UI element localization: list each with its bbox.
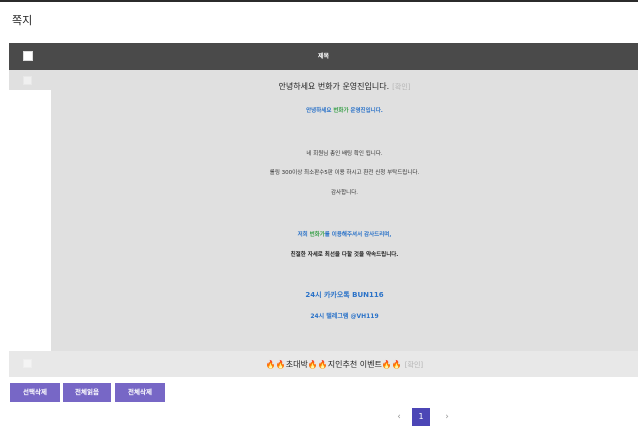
page-1-button[interactable]: 1	[412, 408, 430, 426]
message-checkbox[interactable]	[23, 359, 32, 368]
body-line-3: 감사합니다.	[330, 190, 359, 196]
checkbox-cell	[9, 70, 51, 90]
body-promise: 친절한 자세로 최선을 다할 것을 약속드립니다.	[290, 252, 399, 258]
message-subject-text[interactable]: 안녕하세요 번화가 운영진입니다.	[278, 82, 389, 91]
telegram-contact: 24시 텔레그램 @VH119	[310, 313, 379, 320]
fire-emoji-icon: 🔥🔥	[381, 360, 402, 369]
message-row: 🔥🔥초대박🔥🔥지인추천 이벤트🔥🔥 [확인]	[9, 351, 638, 377]
read-status: [확인]	[404, 361, 424, 369]
subject-column-header: 제목	[317, 53, 330, 60]
message-subject[interactable]: 안녕하세요 번화가 운영진입니다. [확인]	[51, 81, 638, 92]
next-page-button[interactable]: ›	[440, 409, 454, 425]
checkbox-column-filler	[9, 90, 51, 351]
table-header: 제목	[9, 43, 638, 70]
prev-page-button[interactable]: ‹	[392, 409, 406, 425]
body-line-2: 롤링 300이상 최소판수5판 이용 하시고 환전 신청 부탁드립니다.	[269, 170, 420, 176]
delete-all-button[interactable]: 전체삭제	[115, 383, 165, 402]
message-checkbox[interactable]	[23, 76, 32, 85]
body-greeting: 안녕하세요 번화가 운영진입니다.	[306, 108, 383, 114]
page-title: 쪽지	[12, 14, 33, 27]
message-subject[interactable]: 🔥🔥초대박🔥🔥지인추천 이벤트🔥🔥 [확인]	[51, 359, 638, 370]
read-status: [확인]	[392, 83, 411, 91]
body-thanks: 저희 번화가를 이용해주셔서 감사드리며,	[297, 232, 392, 238]
fire-emoji-icon: 🔥🔥	[265, 360, 286, 369]
top-border	[0, 0, 638, 2]
fire-emoji-icon: 🔥🔥	[307, 360, 328, 369]
message-row-expanded: 안녕하세요 번화가 운영진입니다. [확인] 안녕하세요 번화가 운영진입니다. …	[9, 70, 638, 351]
kakao-contact: 24시 카카오톡 BUN116	[305, 291, 384, 299]
body-line-1: 네 회원님 총인 배팅 확인 됩니다.	[306, 151, 383, 157]
delete-selected-button[interactable]: 선택삭제	[10, 383, 60, 402]
mark-all-read-button[interactable]: 전체읽음	[63, 383, 111, 402]
